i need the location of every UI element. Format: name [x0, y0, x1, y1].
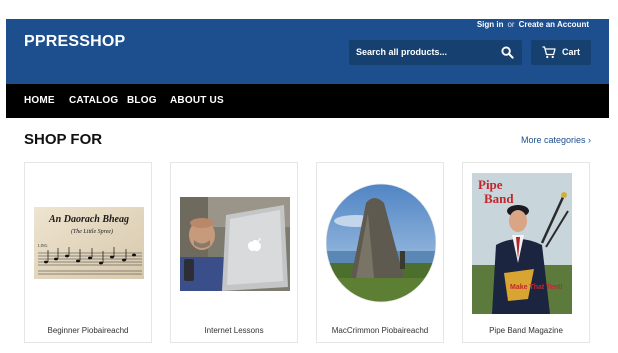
sign-in-link[interactable]: Sign in — [477, 20, 504, 29]
more-categories-link[interactable]: More categories › — [521, 135, 591, 145]
magazine-title-line2: Band — [484, 191, 514, 206]
magazine-headline: Make That Tent! — [510, 284, 563, 291]
svg-text:LING: LING — [38, 243, 48, 248]
site-header: PPRESSHOP Sign in or Create an Account Sea… — [6, 19, 609, 84]
collection-card-maccrimmon-piobaireachd[interactable]: MacCrimmon Piobaireachd — [316, 162, 444, 343]
sheet-music-image: An Daorach Bheag (The Little Spree) LING — [34, 207, 144, 279]
search-input[interactable]: Search all products... — [356, 47, 447, 57]
image-title-text: An Daorach Bheag — [48, 214, 129, 225]
collection-card-pipe-band-magazine[interactable]: Pipe Band Make That Tent! Pipe Band Maga… — [462, 162, 590, 343]
nav-item-blog[interactable]: BLOG — [127, 95, 157, 106]
collection-label[interactable]: Beginner Piobaireachd — [25, 326, 151, 335]
cart-icon — [542, 46, 556, 59]
collection-label[interactable]: MacCrimmon Piobaireachd — [317, 326, 443, 335]
search-icon[interactable] — [501, 46, 514, 59]
section-title: SHOP FOR — [24, 131, 103, 148]
collection-card-internet-lessons[interactable]: Internet Lessons — [170, 162, 298, 343]
site-logo[interactable]: PPRESSHOP — [24, 33, 125, 51]
collection-card-beginner-piobaireachd[interactable]: An Daorach Bheag (The Little Spree) LING… — [24, 162, 152, 343]
nav-item-about-us[interactable]: ABOUT US — [170, 95, 224, 106]
laptop-photo-image — [180, 197, 290, 291]
magazine-cover-image: Pipe Band Make That Tent! — [472, 173, 572, 314]
collection-label[interactable]: Internet Lessons — [171, 326, 297, 335]
search-bar[interactable]: Search all products... — [349, 40, 522, 65]
account-links: Sign in or Create an Account — [477, 20, 589, 29]
or-text: or — [507, 20, 515, 29]
magazine-title-line1: Pipe — [478, 177, 503, 192]
cart-label: Cart — [562, 47, 581, 57]
nav-item-catalog[interactable]: CATALOG — [69, 95, 118, 106]
nav-item-home[interactable]: HOME — [24, 95, 55, 106]
cart-button[interactable]: Cart — [531, 40, 591, 65]
cairn-photo-image — [326, 183, 436, 303]
create-account-link[interactable]: Create an Account — [519, 20, 589, 29]
main-nav: HOME CATALOG BLOG ABOUT US — [6, 84, 609, 118]
image-subtitle-text: (The Little Spree) — [71, 228, 113, 235]
collection-label[interactable]: Pipe Band Magazine — [463, 326, 589, 335]
